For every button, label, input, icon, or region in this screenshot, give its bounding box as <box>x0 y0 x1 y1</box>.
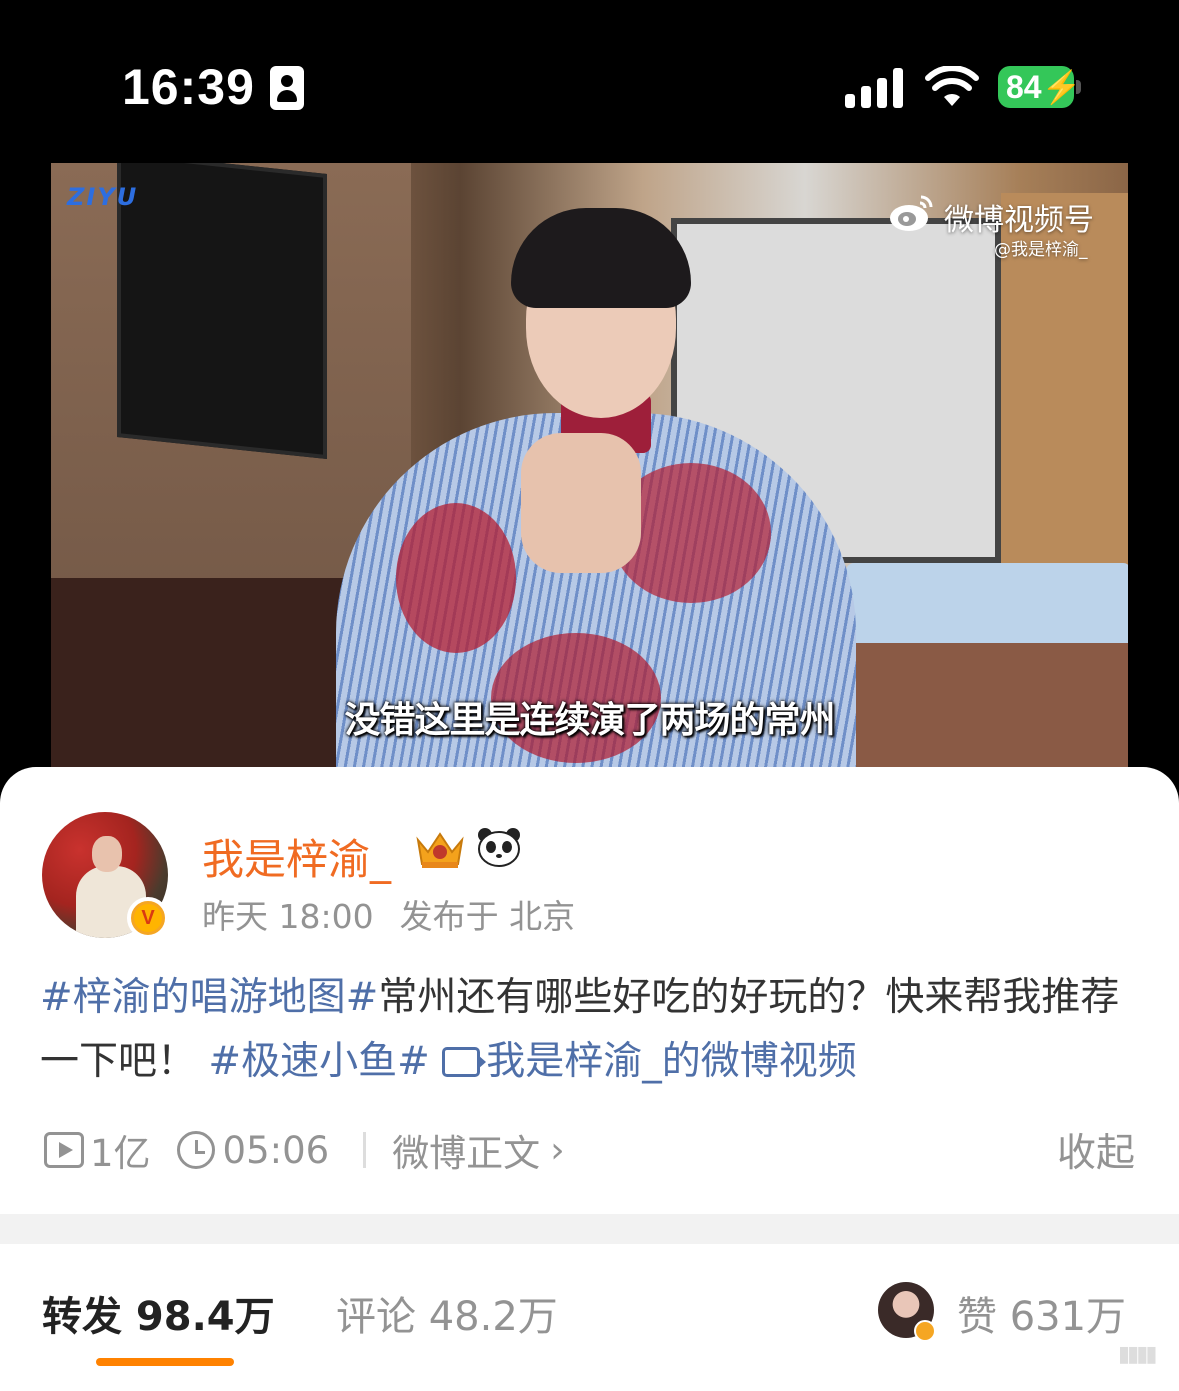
full-text-link[interactable]: 微博正文 <box>392 1123 540 1177</box>
post-time: 昨天 18:00 <box>202 897 374 936</box>
contact-card-icon <box>270 66 304 110</box>
video-stats: 1亿 05:06 微博正文 › <box>44 1122 565 1178</box>
view-count: 1亿 <box>90 1132 151 1175</box>
section-divider <box>0 1214 1179 1244</box>
video-channel-logo: ZIYU <box>67 183 139 211</box>
chevron-right-icon: › <box>550 1129 565 1171</box>
video-brand-handle: @我是梓渝_ <box>994 240 1088 260</box>
active-tab-indicator <box>96 1358 234 1366</box>
weibo-logo-icon <box>890 195 933 231</box>
wifi-icon <box>925 66 979 106</box>
avatar-face <box>92 836 122 872</box>
video-player[interactable]: ZIYU 微博视频号 @我是梓渝_ 没错这里是连续演了两场的常州 <box>51 163 1128 767</box>
panda-icon <box>478 828 520 867</box>
video-link-label: 我是梓渝_的微博视频 <box>486 1039 857 1084</box>
duration-icon <box>176 1131 215 1169</box>
video-link[interactable]: 我是梓渝_的微博视频 <box>442 1039 857 1084</box>
crown-icon <box>416 832 464 868</box>
status-bar: 16:39 84⚡ <box>0 0 1179 150</box>
video-scene-shirt <box>396 503 516 653</box>
cellular-signal-icon <box>845 68 905 108</box>
liker-verified-badge-icon <box>914 1320 936 1342</box>
battery-nub <box>1076 80 1081 94</box>
interaction-tabs: 转发 98.4万 评论 48.2万 赞 631万 ▮▮▮▮ <box>0 1244 1179 1391</box>
video-scene-hands <box>521 433 641 573</box>
tab-like[interactable]: 赞 631万 <box>957 1284 1126 1342</box>
video-scene-hair <box>511 208 691 308</box>
post-meta: 昨天 18:00 发布于 北京 <box>202 890 575 938</box>
post-text: #梓渝的唱游地图#常州还有哪些好吃的好玩的？快来帮我推荐一下吧！ #极速小鱼# … <box>40 966 1140 1094</box>
hashtag-link[interactable]: #极速小鱼# <box>208 1039 429 1084</box>
hashtag-link[interactable]: #梓渝的唱游地图# <box>40 975 378 1020</box>
tab-repost[interactable]: 转发 98.4万 <box>42 1284 275 1342</box>
video-subtitle: 没错这里是连续演了两场的常州 <box>344 700 835 741</box>
collapse-button[interactable]: 收起 <box>1057 1122 1135 1178</box>
status-time: 16:39 <box>122 59 255 115</box>
verified-badge-icon: V <box>127 897 169 939</box>
divider <box>363 1132 367 1168</box>
video-brand-label: 微博视频号 <box>944 203 1094 238</box>
video-camera-icon <box>442 1047 487 1077</box>
video-scene-tv <box>117 163 327 460</box>
tab-comment[interactable]: 评论 48.2万 <box>336 1284 558 1342</box>
post-location: 发布于 北京 <box>399 897 576 936</box>
author-name[interactable]: 我是梓渝_ <box>202 826 391 887</box>
battery-level: 84 <box>1006 69 1042 105</box>
battery-indicator: 84⚡ <box>998 66 1081 108</box>
watermark-icon: ▮▮▮▮ <box>1118 1342 1157 1367</box>
play-count-icon <box>44 1132 84 1168</box>
video-duration: 05:06 <box>222 1128 330 1172</box>
